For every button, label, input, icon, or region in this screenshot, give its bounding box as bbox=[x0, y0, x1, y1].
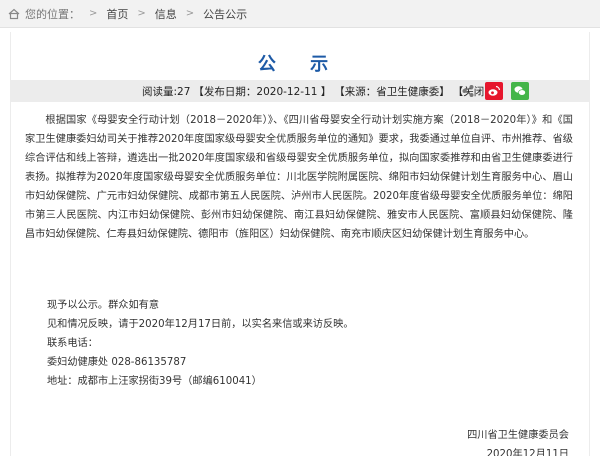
breadcrumb: 您的位置： > 首页 > 信息 > 公告公示 bbox=[0, 0, 600, 28]
location-label: 您的位置： bbox=[25, 7, 80, 21]
signature: 四川省卫生健康委员会 2020年12月11日 bbox=[467, 426, 569, 456]
article-title: 公 示 bbox=[257, 54, 343, 75]
breadcrumb-current[interactable]: 公告公示 bbox=[203, 6, 247, 22]
article-meta-bar: 阅读量:27 【发布日期：2020-12-11 】 【来源：省卫生健康委】 【关… bbox=[11, 80, 589, 102]
share-icons bbox=[459, 82, 529, 100]
view-count: 阅读量:27 bbox=[142, 85, 191, 98]
contact-label: 联系电话： bbox=[47, 338, 98, 349]
article-meta: 阅读量:27 【发布日期：2020-12-11 】 【来源：省卫生健康委】 【关… bbox=[142, 80, 498, 102]
page: 您的位置： > 首页 > 信息 > 公告公示 公 示 阅读量:27 【发布日期：… bbox=[0, 0, 600, 456]
breadcrumb-info-link[interactable]: 信息 bbox=[155, 6, 177, 22]
contact-phone: 委妇幼健康处 028-86135787 bbox=[47, 357, 187, 368]
contact-address: 地址：成都市上汪家拐街39号（邮编610041） bbox=[47, 376, 262, 387]
feedback-line: 见和情况反映，请于2020年12月17日前，以实名来信或来访反映。 bbox=[47, 319, 354, 330]
breadcrumb-separator: > bbox=[89, 8, 98, 19]
home-icon bbox=[8, 8, 20, 20]
share-icon[interactable] bbox=[459, 82, 477, 100]
article-card: 公 示 阅读量:27 【发布日期：2020-12-11 】 【来源：省卫生健康委… bbox=[10, 32, 590, 456]
breadcrumb-separator: > bbox=[185, 8, 195, 19]
breadcrumb-separator: > bbox=[137, 8, 146, 19]
signature-date: 2020年12月11日 bbox=[486, 449, 569, 456]
weibo-icon[interactable] bbox=[485, 82, 503, 100]
article-paragraph: 根据国家《母婴安全行动计划（2018－2020年）》、《四川省母婴安全行动计划实… bbox=[25, 115, 573, 240]
article-lines: 现予以公示。群众如有意 见和情况反映，请于2020年12月17日前，以实名来信或… bbox=[47, 296, 354, 391]
publish-date: 【发布日期：2020-12-11 】 bbox=[193, 85, 332, 98]
signature-org: 四川省卫生健康委员会 bbox=[467, 430, 569, 441]
article-source: 【来源：省卫生健康委】 bbox=[334, 85, 450, 98]
breadcrumb-home-link[interactable]: 首页 bbox=[106, 6, 128, 22]
wechat-icon[interactable] bbox=[511, 82, 529, 100]
announcement-line: 现予以公示。群众如有意 bbox=[47, 300, 160, 311]
